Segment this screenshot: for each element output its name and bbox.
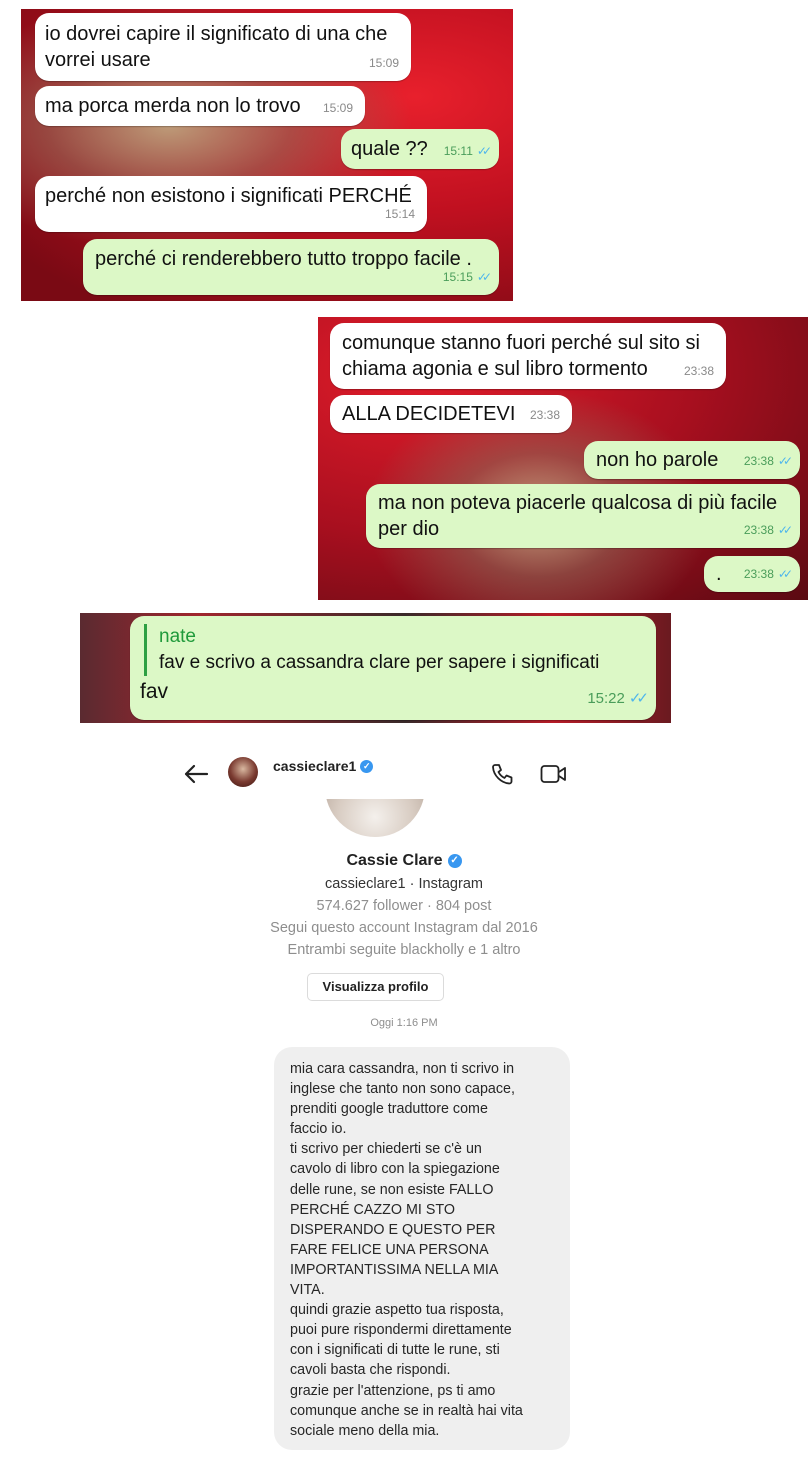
handle-line: cassieclare1 · Instagram <box>325 876 483 892</box>
message-time: 23:38 <box>683 364 714 378</box>
profile-name: Cassie Clare ✓ <box>0 852 808 870</box>
read-ticks-icon: ✓✓ <box>777 567 793 581</box>
message-text: ma porca merda non lo trovo <box>45 95 301 117</box>
video-icon[interactable] <box>540 763 568 785</box>
mutual-followers: Entrambi seguite blackholly e 1 altro <box>287 942 521 958</box>
message-bubble-outgoing[interactable]: . 23:38 ✓✓ <box>704 556 800 592</box>
message-time: 15:14 <box>384 207 415 221</box>
message-bubble-incoming[interactable]: perché non esistono i significati PERCHÉ… <box>35 176 427 232</box>
message-bubble-outgoing[interactable]: quale ?? 15:11 ✓✓ <box>341 129 499 169</box>
username-text: cassieclare1 <box>273 758 357 774</box>
message-time: 23:38 ✓✓ <box>744 561 793 587</box>
message-bubble-outgoing[interactable]: perché ci renderebbero tutto troppo faci… <box>83 239 499 295</box>
quote-author: nate <box>159 626 196 647</box>
message-time: 15:09 <box>322 101 353 115</box>
message-text: io dovrei capire il significato di una c… <box>45 23 388 71</box>
stats-line: 574.627 follower · 804 post <box>316 898 492 914</box>
header-username[interactable]: cassieclare1 ✓ <box>273 758 374 774</box>
message-time: 15:15 ✓✓ <box>443 264 492 290</box>
read-ticks-icon: ✓✓ <box>476 270 492 284</box>
chat-screenshot-2: comunque stanno fuori perché sul sito si… <box>318 317 808 600</box>
follow-since: Segui questo account Instagram dal 2016 <box>270 920 538 936</box>
message-text: comunque stanno fuori perché sul sito si… <box>342 332 700 380</box>
read-ticks-icon: ✓✓ <box>476 144 492 158</box>
message-bubble-outgoing[interactable]: nate fav e scrivo a cassandra clare per … <box>130 616 656 720</box>
view-profile-label: Visualizza profilo <box>322 979 429 994</box>
verified-badge-icon: ✓ <box>360 759 374 773</box>
message-text: perché ci renderebbero tutto troppo faci… <box>95 248 472 270</box>
view-profile-button[interactable]: Visualizza profilo <box>307 973 444 1001</box>
message-bubble-incoming[interactable]: io dovrei capire il significato di una c… <box>35 13 411 81</box>
message-bubble-incoming[interactable]: comunque stanno fuori perché sul sito si… <box>330 323 726 389</box>
chat-screenshot-3: nate fav e scrivo a cassandra clare per … <box>80 613 671 723</box>
quoted-reply[interactable]: nate fav e scrivo a cassandra clare per … <box>144 624 646 676</box>
avatar[interactable] <box>228 757 258 787</box>
message-time: 15:22 ✓✓ <box>587 686 649 712</box>
read-ticks-icon: ✓✓ <box>777 523 793 537</box>
message-time: 15:11 ✓✓ <box>444 138 492 164</box>
message-bubble-incoming[interactable]: ma porca merda non lo trovo 15:09 <box>35 86 365 126</box>
quote-text: fav e scrivo a cassandra clare per saper… <box>159 652 600 673</box>
profile-picture[interactable] <box>325 799 425 837</box>
message-time: 15:09 <box>368 56 399 70</box>
message-time: 23:38 ✓✓ <box>744 448 793 474</box>
message-bubble-outgoing[interactable]: non ho parole 23:38 ✓✓ <box>584 441 800 479</box>
profile-name-text: Cassie Clare <box>346 852 443 869</box>
chat-screenshot-1: io dovrei capire il significato di una c… <box>21 9 513 301</box>
message-bubble-outgoing[interactable]: ma non poteva piacerle qualcosa di più f… <box>366 484 800 548</box>
read-ticks-icon: ✓✓ <box>628 690 649 707</box>
instagram-dm-screenshot: cassieclare1 ✓ Cassie Clare ✓ cassieclar… <box>0 735 808 1465</box>
message-text: perché non esistono i significati PERCHÉ <box>45 185 412 207</box>
message-time: 23:38 <box>529 408 560 422</box>
read-ticks-icon: ✓✓ <box>777 454 793 468</box>
message-text: fav <box>140 680 169 703</box>
phone-icon[interactable] <box>490 762 514 786</box>
sent-message-text: mia cara cassandra, non ti scrivo in ing… <box>290 1061 523 1439</box>
message-text: ma non poteva piacerle qualcosa di più f… <box>378 492 778 540</box>
sent-message-bubble[interactable]: mia cara cassandra, non ti scrivo in ing… <box>274 1047 570 1450</box>
back-arrow-icon[interactable] <box>183 763 209 785</box>
verified-badge-icon: ✓ <box>447 854 462 868</box>
message-timestamp: Oggi 1:16 PM <box>370 1017 438 1029</box>
message-time: 23:38 ✓✓ <box>744 517 793 543</box>
message-text: ALLA DECIDETEVI <box>342 403 516 425</box>
message-bubble-incoming[interactable]: ALLA DECIDETEVI 23:38 <box>330 395 572 433</box>
